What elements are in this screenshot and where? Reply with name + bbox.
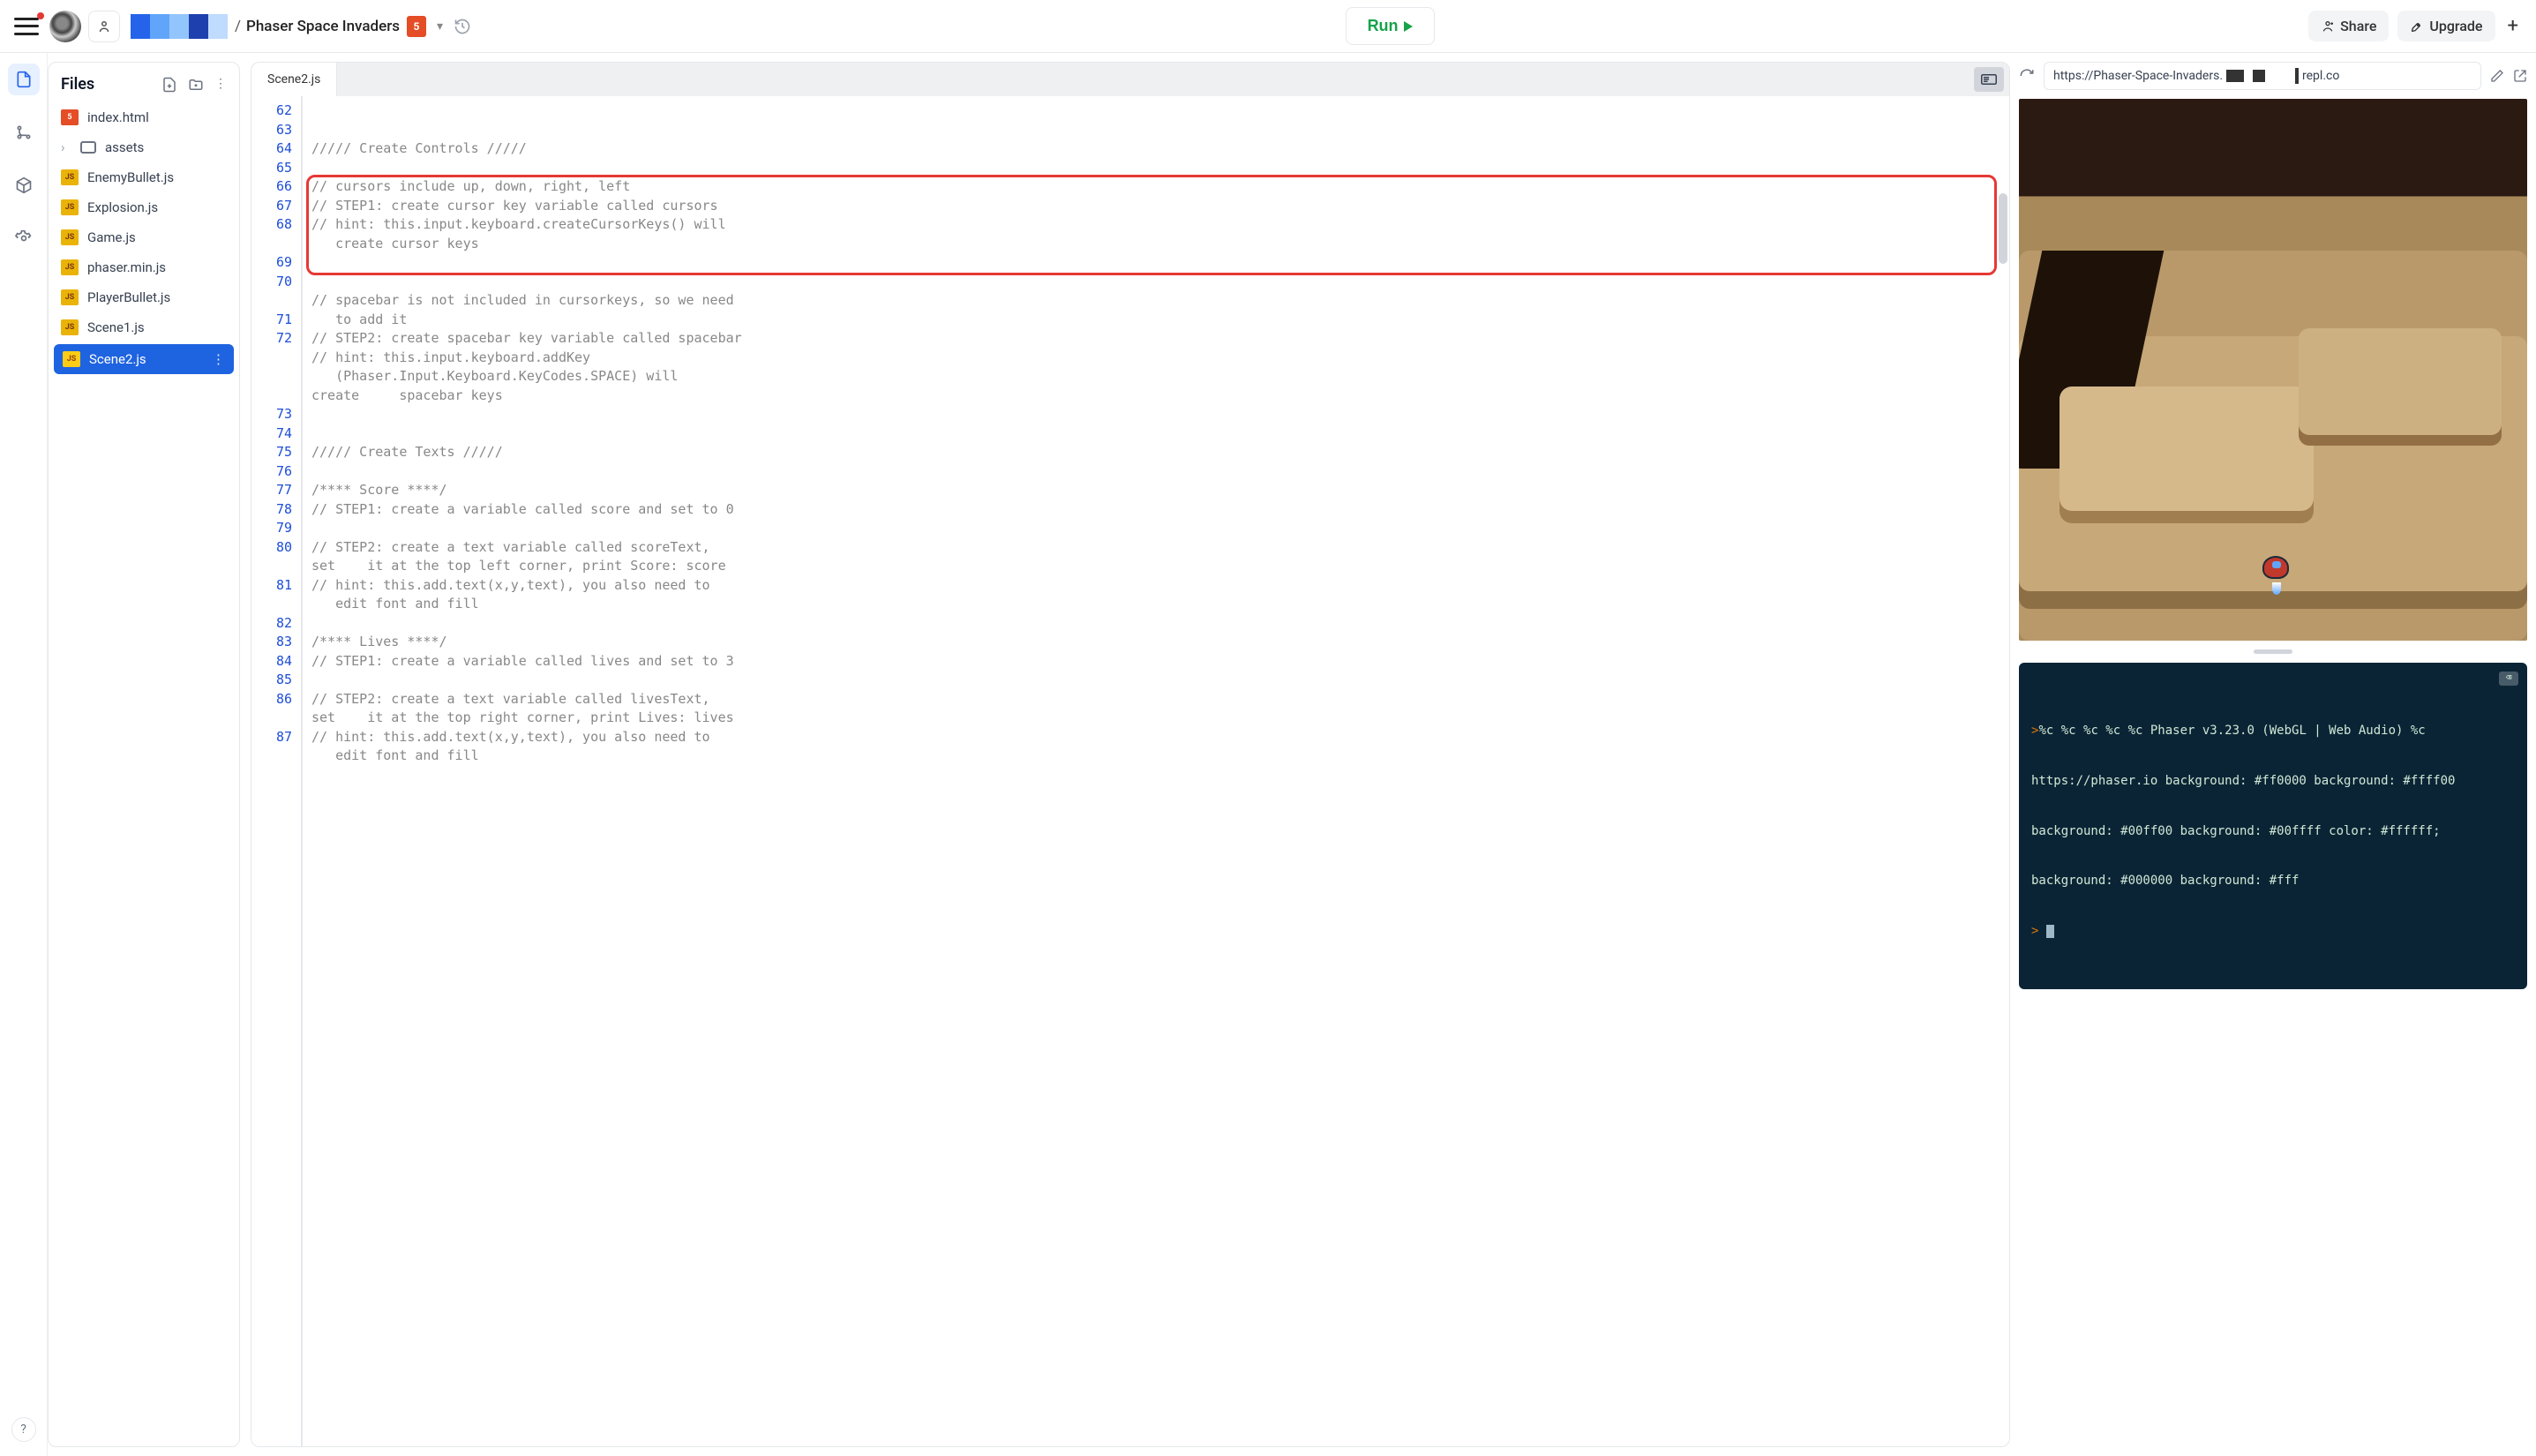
file-name: Explosion.js	[87, 199, 158, 215]
breadcrumb-sep: /	[235, 18, 241, 35]
preview-pane: https://Phaser-Space-Invaders. repl.co	[2019, 62, 2527, 1447]
url-suffix: repl.co	[2302, 69, 2339, 83]
files-pane: Files ⋮ 5 index.html › assets JS EnemyBullet.…	[48, 62, 240, 1447]
file-row[interactable]: JS PlayerBullet.js	[49, 282, 239, 312]
replit-logo[interactable]	[49, 11, 81, 42]
file-name: Scene1.js	[87, 319, 145, 335]
file-name: assets	[105, 139, 144, 155]
js-icon: JS	[61, 319, 79, 335]
share-button[interactable]: Share	[2308, 11, 2389, 41]
file-more-icon[interactable]: ⋮	[212, 351, 225, 367]
file-row[interactable]: JS phaser.min.js	[49, 252, 239, 282]
edit-url-icon[interactable]	[2490, 69, 2504, 83]
folder-icon	[80, 141, 96, 154]
packages-icon[interactable]	[8, 169, 40, 201]
upgrade-button[interactable]: Upgrade	[2397, 11, 2495, 41]
chevron-down-icon[interactable]: ▾	[433, 19, 446, 34]
chevron-right-icon: ›	[61, 139, 71, 155]
project-name[interactable]: Phaser Space Invaders	[246, 18, 400, 35]
multiplayer-icon[interactable]	[88, 11, 120, 42]
version-control-icon[interactable]	[8, 116, 40, 148]
file-name: EnemyBullet.js	[87, 169, 174, 185]
html5-badge-icon: 5	[407, 16, 426, 37]
js-icon: JS	[61, 169, 79, 185]
console-cursor	[2046, 925, 2054, 938]
open-new-tab-icon[interactable]	[2513, 69, 2527, 83]
more-icon[interactable]: ⋮	[214, 77, 227, 93]
console-line: https://phaser.io background: #ff0000 ba…	[2031, 773, 2515, 790]
share-label: Share	[2340, 18, 2376, 34]
file-row[interactable]: JS Explosion.js	[49, 192, 239, 222]
new-file-icon[interactable]	[161, 77, 177, 93]
file-row[interactable]: JS Scene1.js	[49, 312, 239, 342]
js-icon: JS	[61, 199, 79, 215]
file-name: index.html	[87, 109, 149, 125]
console-line: background: #000000 background: #fff	[2031, 873, 2515, 889]
console-line: background: #00ff00 background: #00ffff …	[2031, 823, 2515, 840]
console-output[interactable]: ⌫ >%c %c %c %c %c Phaser v3.23.0 (WebGL …	[2019, 663, 2527, 989]
code-content[interactable]: ///// Create Controls /////// cursors in…	[303, 96, 2009, 1446]
markdown-preview-icon[interactable]	[1974, 67, 2004, 92]
file-row[interactable]: JS EnemyBullet.js	[49, 162, 239, 192]
file-row[interactable]: JS Scene2.js ⋮	[54, 344, 234, 374]
file-row[interactable]: 5 index.html	[49, 102, 239, 132]
play-icon	[1404, 21, 1413, 32]
game-preview[interactable]	[2019, 99, 2527, 641]
file-name: PlayerBullet.js	[87, 289, 170, 305]
editor-tabs: Scene2.js	[251, 63, 2009, 96]
clear-console-icon[interactable]: ⌫	[2499, 672, 2518, 686]
file-name: Game.js	[87, 229, 136, 245]
js-icon: JS	[61, 289, 79, 305]
file-list: 5 index.html › assets JS EnemyBullet.js JS Expl…	[49, 102, 239, 376]
menu-icon[interactable]	[14, 18, 39, 35]
left-rail: ?	[0, 53, 48, 1456]
user-avatar[interactable]	[131, 14, 228, 39]
top-bar: / Phaser Space Invaders 5 ▾ Run Share Up…	[0, 0, 2536, 53]
line-gutter: 6263646566676869707172737475767778798081…	[251, 96, 301, 1446]
js-icon: JS	[61, 229, 79, 245]
pane-resize-handle[interactable]	[2254, 649, 2292, 654]
refresh-icon[interactable]	[2019, 68, 2035, 84]
main-layout: ? Files ⋮ 5 index.html › assets JS EnemyBulle…	[0, 53, 2536, 1456]
player-ship	[2262, 556, 2292, 586]
editor-tab-label: Scene2.js	[267, 72, 320, 86]
html-icon: 5	[61, 109, 79, 125]
preview-toolbar: https://Phaser-Space-Invaders. repl.co	[2019, 62, 2527, 90]
console-line: %c %c %c %c %c Phaser v3.23.0 (WebGL | W…	[2038, 724, 2425, 738]
help-icon[interactable]: ?	[11, 1417, 36, 1442]
code-editor[interactable]: 6263646566676869707172737475767778798081…	[251, 96, 2009, 1446]
rocket-icon	[2410, 19, 2424, 34]
file-name: phaser.min.js	[87, 259, 166, 275]
run-label: Run	[1368, 17, 1399, 35]
editor-tab[interactable]: Scene2.js	[251, 63, 337, 96]
file-name: Scene2.js	[89, 351, 146, 367]
preview-url-input[interactable]: https://Phaser-Space-Invaders. repl.co	[2044, 62, 2481, 90]
file-row[interactable]: JS Game.js	[49, 222, 239, 252]
share-icon	[2321, 19, 2335, 34]
breadcrumb: / Phaser Space Invaders	[235, 18, 400, 35]
new-repl-icon[interactable]: +	[2504, 15, 2522, 37]
scrollbar-thumb[interactable]	[1999, 193, 2007, 264]
editor-pane: Scene2.js 626364656667686970717273747576…	[251, 62, 2010, 1447]
js-icon: JS	[61, 259, 79, 275]
js-icon: JS	[63, 351, 80, 367]
files-nav-icon[interactable]	[8, 64, 40, 95]
files-title: Files	[61, 75, 94, 94]
upgrade-label: Upgrade	[2429, 18, 2482, 34]
history-icon[interactable]	[454, 18, 471, 35]
settings-icon[interactable]	[8, 222, 40, 254]
file-row[interactable]: › assets	[49, 132, 239, 162]
run-button[interactable]: Run	[1346, 7, 1435, 45]
new-folder-icon[interactable]	[188, 77, 204, 93]
url-prefix: https://Phaser-Space-Invaders.	[2053, 69, 2223, 83]
